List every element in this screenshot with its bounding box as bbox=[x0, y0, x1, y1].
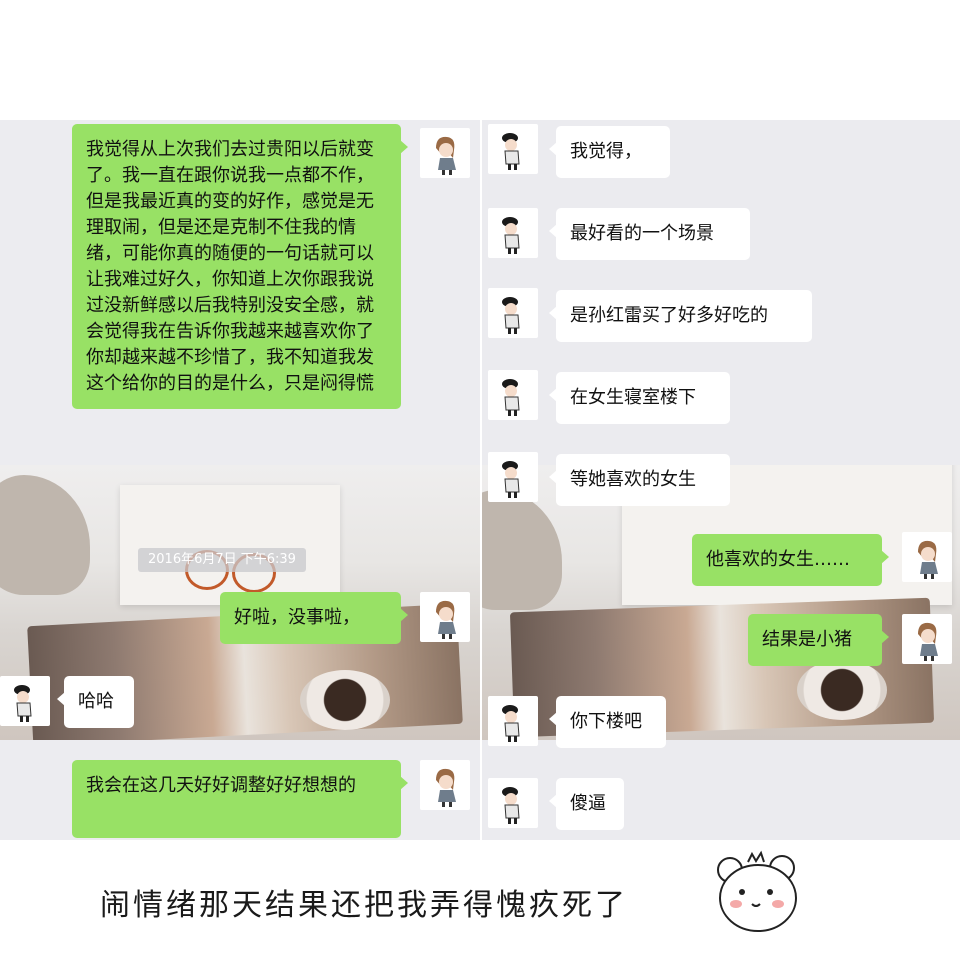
sent-message-bubble[interactable]: 他喜欢的女生…… bbox=[692, 534, 889, 586]
hamster-sticker-icon bbox=[708, 848, 808, 938]
girl-avatar-icon[interactable] bbox=[420, 760, 470, 810]
message-text: 我觉得从上次我们去过贵阳以后就变了。我一直在跟你说我一点都不作，但是我最近真的变… bbox=[86, 139, 374, 394]
sent-message-bubble[interactable]: 好啦，没事啦， bbox=[220, 592, 408, 644]
received-message-bubble[interactable]: 傻逼 bbox=[549, 778, 624, 830]
message-text: 等她喜欢的女生 bbox=[570, 469, 696, 490]
chat-background-photo bbox=[482, 465, 960, 740]
sent-message-bubble[interactable]: 我觉得从上次我们去过贵阳以后就变了。我一直在跟你说我一点都不作，但是我最近真的变… bbox=[72, 124, 408, 409]
message-text: 你下楼吧 bbox=[570, 711, 642, 732]
received-message-bubble[interactable]: 是孙红雷买了好多好吃的 bbox=[549, 290, 812, 342]
boy-avatar-icon[interactable] bbox=[488, 778, 538, 828]
boy-avatar-icon[interactable] bbox=[488, 696, 538, 746]
boy-avatar-icon[interactable] bbox=[488, 208, 538, 258]
received-message-bubble[interactable]: 我觉得， bbox=[549, 126, 670, 178]
boy-avatar-icon[interactable] bbox=[488, 452, 538, 502]
girl-avatar-icon[interactable] bbox=[420, 128, 470, 178]
chat-screenshot-left: 2016年6月7日 下午6:39 我觉得从上次我们去过贵阳以后就变了。我一直在跟… bbox=[0, 120, 480, 840]
handwritten-caption: 闹情绪那天结果还把我弄得愧疚死了 bbox=[100, 888, 628, 923]
message-text: 最好看的一个场景 bbox=[570, 223, 714, 244]
received-message-bubble[interactable]: 最好看的一个场景 bbox=[549, 208, 750, 260]
received-message-bubble[interactable]: 哈哈 bbox=[57, 676, 134, 728]
boy-avatar-icon[interactable] bbox=[0, 676, 50, 726]
received-message-bubble[interactable]: 你下楼吧 bbox=[549, 696, 666, 748]
sent-message-bubble[interactable]: 我会在这几天好好调整好好想想的 bbox=[72, 760, 408, 838]
received-message-bubble[interactable]: 在女生寝室楼下 bbox=[549, 372, 730, 424]
boy-avatar-icon[interactable] bbox=[488, 124, 538, 174]
message-text: 哈哈 bbox=[78, 691, 114, 712]
message-text: 是孙红雷买了好多好吃的 bbox=[570, 305, 768, 326]
message-text: 结果是小猪 bbox=[762, 629, 852, 650]
message-text: 好啦，没事啦， bbox=[234, 607, 360, 628]
girl-avatar-icon[interactable] bbox=[902, 614, 952, 664]
message-text: 傻逼 bbox=[570, 793, 606, 814]
message-text: 他喜欢的女生…… bbox=[706, 549, 850, 570]
message-text: 在女生寝室楼下 bbox=[570, 387, 696, 408]
girl-avatar-icon[interactable] bbox=[420, 592, 470, 642]
boy-avatar-icon[interactable] bbox=[488, 370, 538, 420]
boy-avatar-icon[interactable] bbox=[488, 288, 538, 338]
message-text: 我觉得， bbox=[570, 141, 642, 162]
girl-avatar-icon[interactable] bbox=[902, 532, 952, 582]
message-text: 我会在这几天好好调整好好想想的 bbox=[86, 775, 356, 796]
sent-message-bubble[interactable]: 结果是小猪 bbox=[748, 614, 889, 666]
message-timestamp: 2016年6月7日 下午6:39 bbox=[138, 548, 306, 572]
chat-screenshot-right: 我觉得， 最好看的一个场景 是孙红雷买了好多好吃的 在女生寝室楼下 等她喜欢的女… bbox=[482, 120, 960, 840]
received-message-bubble[interactable]: 等她喜欢的女生 bbox=[549, 454, 730, 506]
